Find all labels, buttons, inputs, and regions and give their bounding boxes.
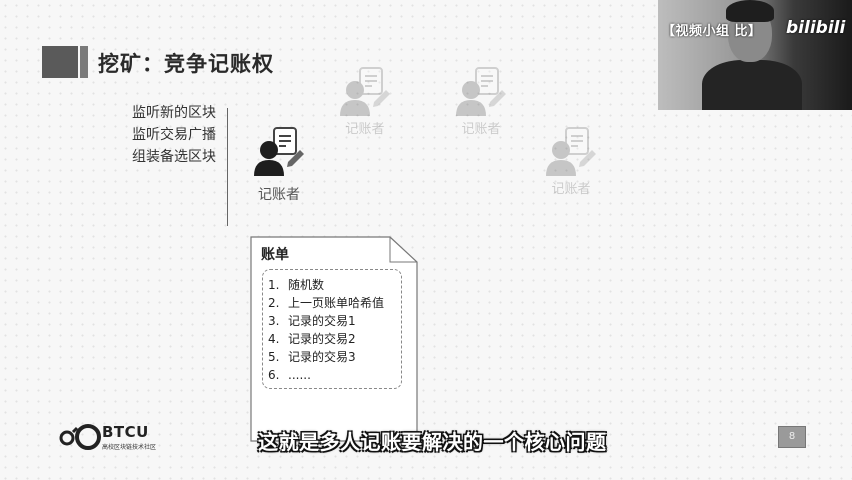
- accountant-faded: 记账者: [452, 66, 510, 137]
- accountant-label: 记账者: [345, 122, 385, 137]
- task-item: 组装备选区块: [132, 149, 216, 165]
- video-subtitle: 这就是多人记账要解决的一个核心问题: [258, 430, 607, 454]
- accountant-icon: [254, 127, 304, 176]
- task-item: 监听交易广播: [132, 127, 216, 143]
- title-block-icon: [42, 46, 78, 78]
- accountant-label: 记账者: [258, 187, 300, 203]
- page-number: 8: [778, 426, 806, 448]
- accountant-icon: [546, 127, 596, 176]
- list-item: 2. 上一页账单哈希值: [268, 296, 385, 310]
- logo-subtext: 高校区块链技术社区: [102, 444, 157, 451]
- accountant-faded: 记账者: [336, 66, 394, 137]
- webcam-watermark: 【视频小组 比】: [662, 24, 762, 39]
- divider-line: [227, 108, 228, 226]
- btcu-logo: BTCU 高校区块链技术社区: [58, 422, 156, 456]
- accountant-label: 记账者: [551, 182, 591, 197]
- list-item: 3. 记录的交易1: [268, 314, 356, 328]
- task-list: 监听新的区块 监听交易广播 组装备选区块: [132, 102, 216, 168]
- webcam-overlay: 【视频小组 比】 bilibili: [658, 0, 852, 110]
- presenter-body: [702, 60, 802, 110]
- bilibili-logo: bilibili: [786, 18, 846, 38]
- ledger-list: 1. 随机数 2. 上一页账单哈希值 3. 记录的交易1 4. 记录的交易2 5. 记录的…: [268, 276, 384, 384]
- list-item: 1. 随机数: [268, 278, 325, 292]
- ledger-document: 账单 1. 随机数 2. 上一页账单哈希值 3. 记录的交易1 4. 记录的交易2 5.…: [250, 236, 418, 442]
- slide-title: 挖矿：竞争记账权: [98, 52, 274, 76]
- logo-mark-icon: [59, 424, 101, 450]
- accountant-icon: [456, 67, 506, 116]
- list-item: 4. 记录的交易2: [268, 332, 356, 346]
- title-block-accent: [80, 46, 88, 78]
- accountant-main: 记账者: [250, 126, 308, 204]
- list-item: 6.......: [268, 368, 311, 382]
- list-item: 5. 记录的交易3: [268, 350, 356, 364]
- logo-brand: BTCU: [102, 423, 149, 441]
- accountant-icon: [340, 67, 390, 116]
- task-item: 监听新的区块: [132, 105, 216, 121]
- ledger-title: 账单: [261, 247, 289, 263]
- accountant-faded: 记账者: [540, 126, 602, 197]
- presenter-hair: [726, 0, 774, 22]
- accountant-label: 记账者: [461, 122, 501, 137]
